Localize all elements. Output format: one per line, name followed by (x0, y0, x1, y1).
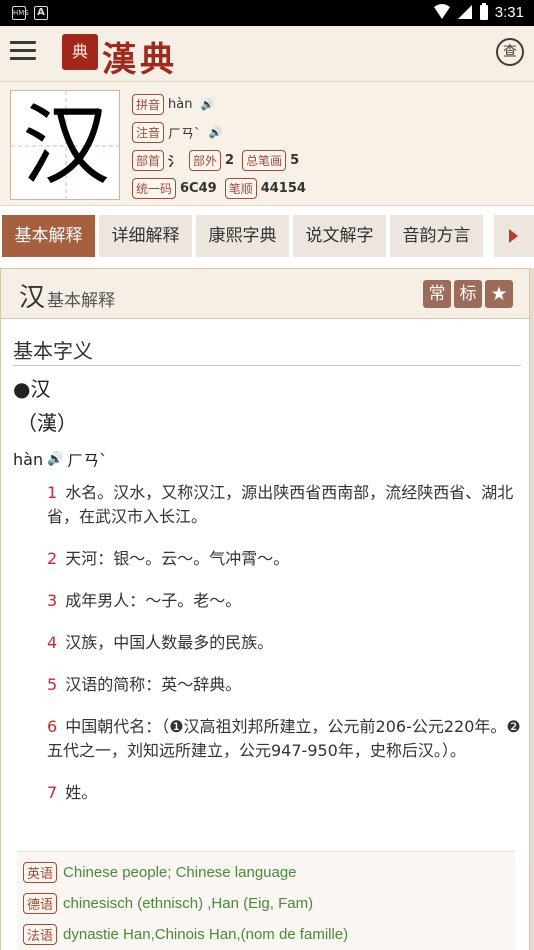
unicode-value: 6C49 (180, 180, 217, 196)
zhuyin-row: 注音 ㄏㄢˋ 🔊 (132, 118, 310, 146)
section-divider (13, 365, 521, 366)
zhuyin-value: ㄏㄢˋ (168, 126, 201, 142)
entry-zhuyin: ㄏㄢˋ (67, 451, 108, 470)
search-seal-icon[interactable]: 查 (496, 38, 524, 66)
panel-head-title: 基本解释 (47, 291, 115, 311)
tab-shuowen[interactable]: 说文解字 (293, 215, 386, 257)
definition-item: 7 姓。 (47, 783, 98, 802)
translation-text: chinesisch (ethnisch) ,Han (Eig, Fam) (63, 895, 314, 912)
tab-kangxi[interactable]: 康熙字典 (196, 215, 289, 257)
radical-row: 部首 氵 部外 2 总笔画 5 (132, 146, 310, 174)
character-card: 汉 拼音 hàn 🔊 注音 ㄏㄢˋ 🔊 部首 氵 部外 2 总笔画 5 统一码 … (0, 82, 534, 206)
zhuyin-speaker-icon[interactable]: 🔊 (209, 126, 223, 139)
tab-phonology[interactable]: 音韵方言 (390, 215, 483, 257)
character-box[interactable]: 汉 (10, 90, 121, 201)
status-right-icons: 3:31 (433, 3, 524, 21)
translation-label: 英语 (23, 862, 58, 883)
scrollbar[interactable] (530, 268, 534, 950)
unicode-row: 统一码 6C49 笔顺 44154 (132, 174, 310, 202)
logo-seal: 典 (62, 34, 98, 70)
app-header: 典 漢典 查 (0, 26, 534, 82)
strokes-outside-label: 部外 (189, 149, 222, 171)
definition-item: 2 天河：银～。云～。气冲霄～。 (47, 549, 290, 568)
definition-item: 4 汉族，中国人数最多的民族。 (47, 633, 274, 652)
definition-tabs: 基本解释 详细解释 康熙字典 说文解字 音韵方言 (0, 213, 534, 259)
definition-list: 1 水名。汉水，又称汉江，源出陕西省西南部，流经陕西省、湖北省，在武汉市入长江。 … (47, 481, 521, 823)
radical-value: 氵 (168, 154, 182, 170)
common-char-badge[interactable]: 常 (423, 280, 451, 308)
character-glyph: 汉 (21, 94, 110, 197)
entry-speaker-icon[interactable]: 🔊 (47, 452, 63, 467)
tab-detailed[interactable]: 详细解释 (99, 215, 192, 257)
stroke-order-label: 笔顺 (224, 177, 257, 199)
panel-header: 汉 基本解释 常 标 ★ (1, 269, 529, 319)
tab-basic[interactable]: 基本解释 (2, 215, 95, 257)
entry-traditional: （漢） (17, 411, 77, 435)
menu-icon[interactable] (10, 41, 36, 63)
panel-head-character: 汉 (19, 283, 46, 313)
translation-text: Chinese people; Chinese language (63, 864, 297, 881)
signal-icon (457, 5, 472, 19)
zhuyin-label: 注音 (132, 121, 165, 143)
strokes-outside-value: 2 (225, 152, 235, 168)
translation-label: 法语 (23, 924, 58, 945)
entry-pronunciation: hàn 🔊 ㄏㄢˋ (13, 447, 107, 471)
definition-item: 1 水名。汉水，又称汉江，源出陕西省西南部，流经陕西省、湖北省，在武汉市入长江。 (47, 483, 514, 526)
definition-item: 5 汉语的简称：英～辞典。 (47, 675, 242, 694)
definition-panel: 汉 基本解释 常 标 ★ 基本字义 ●汉 （漢） hàn 🔊 ㄏㄢˋ 1 水名。汉… (0, 268, 530, 950)
unicode-label: 统一码 (132, 177, 177, 199)
pinyin-value: hàn (168, 96, 193, 112)
translation-german: 德语 chinesisch (ethnisch) ,Han (Eig, Fam) (23, 893, 313, 914)
translation-french: 法语 dynastie Han,Chinois Han,(nom de fami… (23, 924, 348, 945)
pinyin-label: 拼音 (132, 93, 165, 115)
translation-label: 德语 (23, 893, 58, 914)
tabs-next-arrow-icon[interactable] (494, 215, 534, 257)
a-notification-icon: A (34, 6, 48, 20)
status-time: 3:31 (494, 3, 524, 21)
status-bar: HMS A 3:31 (0, 0, 534, 26)
foreign-translations: 英语 Chinese people; Chinese language 德语 c… (17, 851, 515, 950)
standard-char-badge[interactable]: 标 (454, 280, 482, 308)
total-strokes-label: 总笔画 (242, 149, 287, 171)
hms-notification-icon: HMS (12, 6, 29, 20)
definition-item: 3 成年男人：～子。老～。 (47, 591, 242, 610)
entry-pinyin: hàn (13, 449, 44, 469)
section-title: 基本字义 (13, 339, 93, 363)
status-left-icons: HMS A (12, 6, 48, 20)
stroke-order-value: 44154 (260, 180, 306, 196)
pinyin-row: 拼音 hàn 🔊 (132, 90, 310, 118)
translation-english: 英语 Chinese people; Chinese language (23, 862, 297, 883)
entry-headword: ●汉 (13, 377, 51, 401)
translation-text: dynastie Han,Chinois Han,(nom de famille… (63, 926, 349, 943)
definition-item: 6 中国朝代名：（❶汉高祖刘邦所建立，公元前206-公元220年。❷五代之一，刘知… (47, 717, 521, 760)
radical-label: 部首 (132, 149, 165, 171)
pinyin-speaker-icon[interactable]: 🔊 (200, 98, 214, 111)
character-info: 拼音 hàn 🔊 注音 ㄏㄢˋ 🔊 部首 氵 部外 2 总笔画 5 统一码 6C… (132, 90, 310, 202)
total-strokes-value: 5 (290, 152, 300, 168)
app-logo: 漢典 (102, 40, 178, 80)
wifi-icon (433, 4, 450, 19)
battery-icon (479, 3, 488, 20)
favorite-star-icon[interactable]: ★ (485, 280, 513, 308)
